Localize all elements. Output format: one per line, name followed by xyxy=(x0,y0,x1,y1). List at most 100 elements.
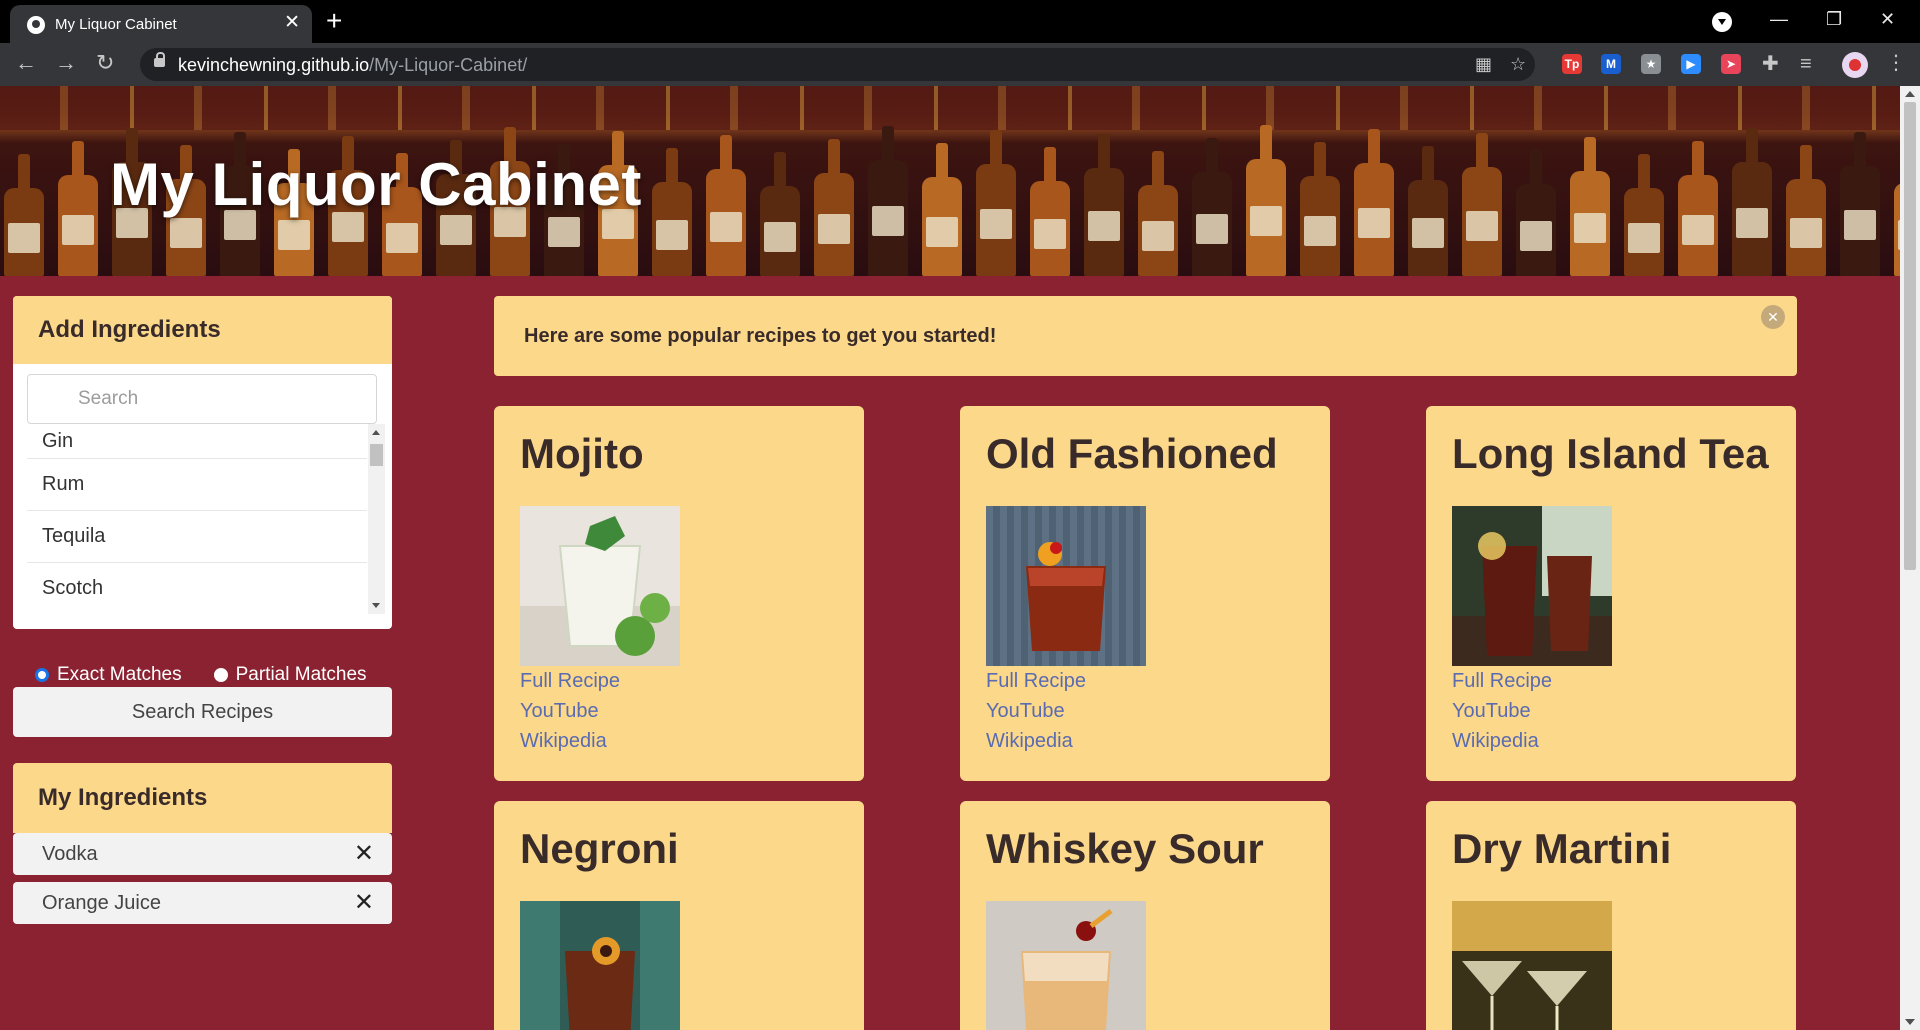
my-ingredient-label: Orange Juice xyxy=(42,891,161,914)
banner-bottle xyxy=(1678,141,1718,276)
recipe-title: Dry Martini xyxy=(1452,825,1672,872)
search-recipes-button[interactable]: Search Recipes xyxy=(13,687,392,737)
youtube-link[interactable]: YouTube xyxy=(520,696,620,726)
ingredient-option[interactable]: Gin xyxy=(27,424,367,459)
partial-matches-label[interactable]: Partial Matches xyxy=(236,664,367,686)
banner-bottle xyxy=(1354,129,1394,276)
page-scroll-up-icon[interactable] xyxy=(1905,91,1915,97)
my-ingredient-chip: Orange Juice ✕ xyxy=(13,882,392,924)
remove-ingredient-icon[interactable]: ✕ xyxy=(354,841,374,867)
wikipedia-link[interactable]: Wikipedia xyxy=(986,726,1086,756)
tp-extension-icon[interactable]: Tp xyxy=(1562,54,1582,74)
url-text[interactable]: kevinchewning.github.io/My-Liquor-Cabine… xyxy=(178,55,527,76)
window-close-button[interactable]: ✕ xyxy=(1880,6,1895,32)
youtube-link[interactable]: YouTube xyxy=(986,696,1086,726)
alert-message: Here are some popular recipes to get you… xyxy=(524,325,997,347)
banner-bottle xyxy=(868,126,908,276)
ingredient-search-box[interactable] xyxy=(27,374,377,424)
banner-bottle xyxy=(1624,154,1664,276)
exact-matches-label[interactable]: Exact Matches xyxy=(57,664,182,686)
banner-bottle xyxy=(1246,125,1286,276)
qr-code-icon[interactable]: ▦ xyxy=(1475,53,1492,75)
recipe-links: Full Recipe YouTube Wikipedia xyxy=(986,666,1086,756)
profile-avatar[interactable] xyxy=(1842,52,1868,78)
banner-bottle xyxy=(1408,146,1448,276)
recipe-photo xyxy=(1452,901,1612,1030)
my-ingredients-title: My Ingredients xyxy=(13,763,392,833)
info-alert: Here are some popular recipes to get you… xyxy=(494,296,1797,376)
lock-icon[interactable] xyxy=(154,52,165,67)
reading-list-icon[interactable]: ≡ xyxy=(1800,53,1812,75)
puzzle-extension-icon[interactable]: ★ xyxy=(1641,54,1661,74)
ingredient-search-input[interactable] xyxy=(28,375,376,423)
banner-bottle xyxy=(58,141,98,276)
banner-bottle xyxy=(814,139,854,276)
recipe-title: Whiskey Sour xyxy=(986,825,1264,872)
scroll-thumb[interactable] xyxy=(370,444,383,466)
favicon-icon xyxy=(27,16,45,34)
page-scrollbar[interactable] xyxy=(1900,86,1920,1030)
banner-bottle xyxy=(1786,145,1826,276)
browser-menu-icon[interactable]: ⋮ xyxy=(1886,49,1906,77)
scroll-down-arrow-icon[interactable] xyxy=(372,603,380,608)
minimize-button[interactable]: — xyxy=(1770,6,1788,32)
ingredient-option[interactable]: Tequila xyxy=(27,511,367,563)
youtube-link[interactable]: YouTube xyxy=(1452,696,1552,726)
reload-icon[interactable]: ↻ xyxy=(96,49,114,77)
banner-bottle xyxy=(4,154,44,276)
recipe-card: Dry Martini xyxy=(1426,801,1796,1030)
ingredient-option[interactable]: Scotch xyxy=(27,563,367,614)
banner-bottle xyxy=(1840,132,1880,276)
browser-tab[interactable]: My Liquor Cabinet ✕ xyxy=(10,5,312,43)
banner-bottle xyxy=(1732,128,1772,276)
banner-shelf-decoration xyxy=(0,86,1900,130)
zoom-extension-icon[interactable]: ▶ xyxy=(1681,54,1701,74)
alert-close-icon[interactable]: ✕ xyxy=(1761,305,1785,329)
browser-tab-bar: My Liquor Cabinet ✕ + — ❐ ✕ xyxy=(0,0,1920,43)
match-mode-group: Exact Matches Partial Matches xyxy=(35,664,399,686)
ingredient-option[interactable]: Rum xyxy=(27,459,367,511)
address-bar[interactable]: kevinchewning.github.io/My-Liquor-Cabine… xyxy=(140,48,1535,81)
m-extension-icon[interactable]: M xyxy=(1601,54,1621,74)
url-host: kevinchewning.github.io xyxy=(178,55,370,75)
site-title: My Liquor Cabinet xyxy=(110,151,642,218)
banner-bottle xyxy=(922,143,962,276)
banner-bottle xyxy=(1570,137,1610,276)
recipe-title: Long Island Tea xyxy=(1452,430,1769,477)
tab-close-icon[interactable]: ✕ xyxy=(284,12,300,34)
remove-ingredient-icon[interactable]: ✕ xyxy=(354,890,374,916)
my-ingredient-chip: Vodka ✕ xyxy=(13,833,392,875)
add-ingredients-panel: Add Ingredients Gin Rum Tequila Scotch xyxy=(13,296,392,629)
wikipedia-link[interactable]: Wikipedia xyxy=(1452,726,1552,756)
full-recipe-link[interactable]: Full Recipe xyxy=(520,666,620,696)
recipe-title: Mojito xyxy=(520,430,644,477)
recipe-card: Negroni xyxy=(494,801,864,1030)
banner-bottle xyxy=(1462,133,1502,276)
recipe-title: Old Fashioned xyxy=(986,430,1278,477)
extensions-puzzle-icon[interactable]: ✚ xyxy=(1762,53,1779,75)
restore-button[interactable]: ❐ xyxy=(1826,6,1842,32)
banner-bottle xyxy=(1030,147,1070,276)
tab-search-icon[interactable] xyxy=(1712,12,1732,32)
banner-bottle xyxy=(976,130,1016,276)
bookmark-star-icon[interactable]: ☆ xyxy=(1510,53,1526,75)
forward-icon[interactable]: → xyxy=(55,49,77,77)
header-banner: My Liquor Cabinet xyxy=(0,86,1900,276)
full-recipe-link[interactable]: Full Recipe xyxy=(1452,666,1552,696)
ingredient-list-scrollbar[interactable] xyxy=(368,424,385,614)
banner-bottle xyxy=(1084,134,1124,276)
recipe-card: Whiskey Sour xyxy=(960,801,1330,1030)
full-recipe-link[interactable]: Full Recipe xyxy=(986,666,1086,696)
partial-matches-radio[interactable] xyxy=(213,668,228,682)
scroll-up-arrow-icon[interactable] xyxy=(372,430,380,435)
new-tab-button[interactable]: + xyxy=(326,6,342,36)
banner-bottle xyxy=(760,152,800,276)
back-icon[interactable]: ← xyxy=(15,49,37,77)
page-scroll-thumb[interactable] xyxy=(1904,102,1916,570)
recipe-card: Old Fashioned Full Recipe YouTube Wikipe… xyxy=(960,406,1330,781)
page-scroll-down-icon[interactable] xyxy=(1905,1019,1915,1025)
exact-matches-radio[interactable] xyxy=(35,668,49,682)
red-extension-icon[interactable]: ➤ xyxy=(1721,54,1741,74)
recipe-card: Mojito Full Recipe YouTube Wikipedia xyxy=(494,406,864,781)
wikipedia-link[interactable]: Wikipedia xyxy=(520,726,620,756)
